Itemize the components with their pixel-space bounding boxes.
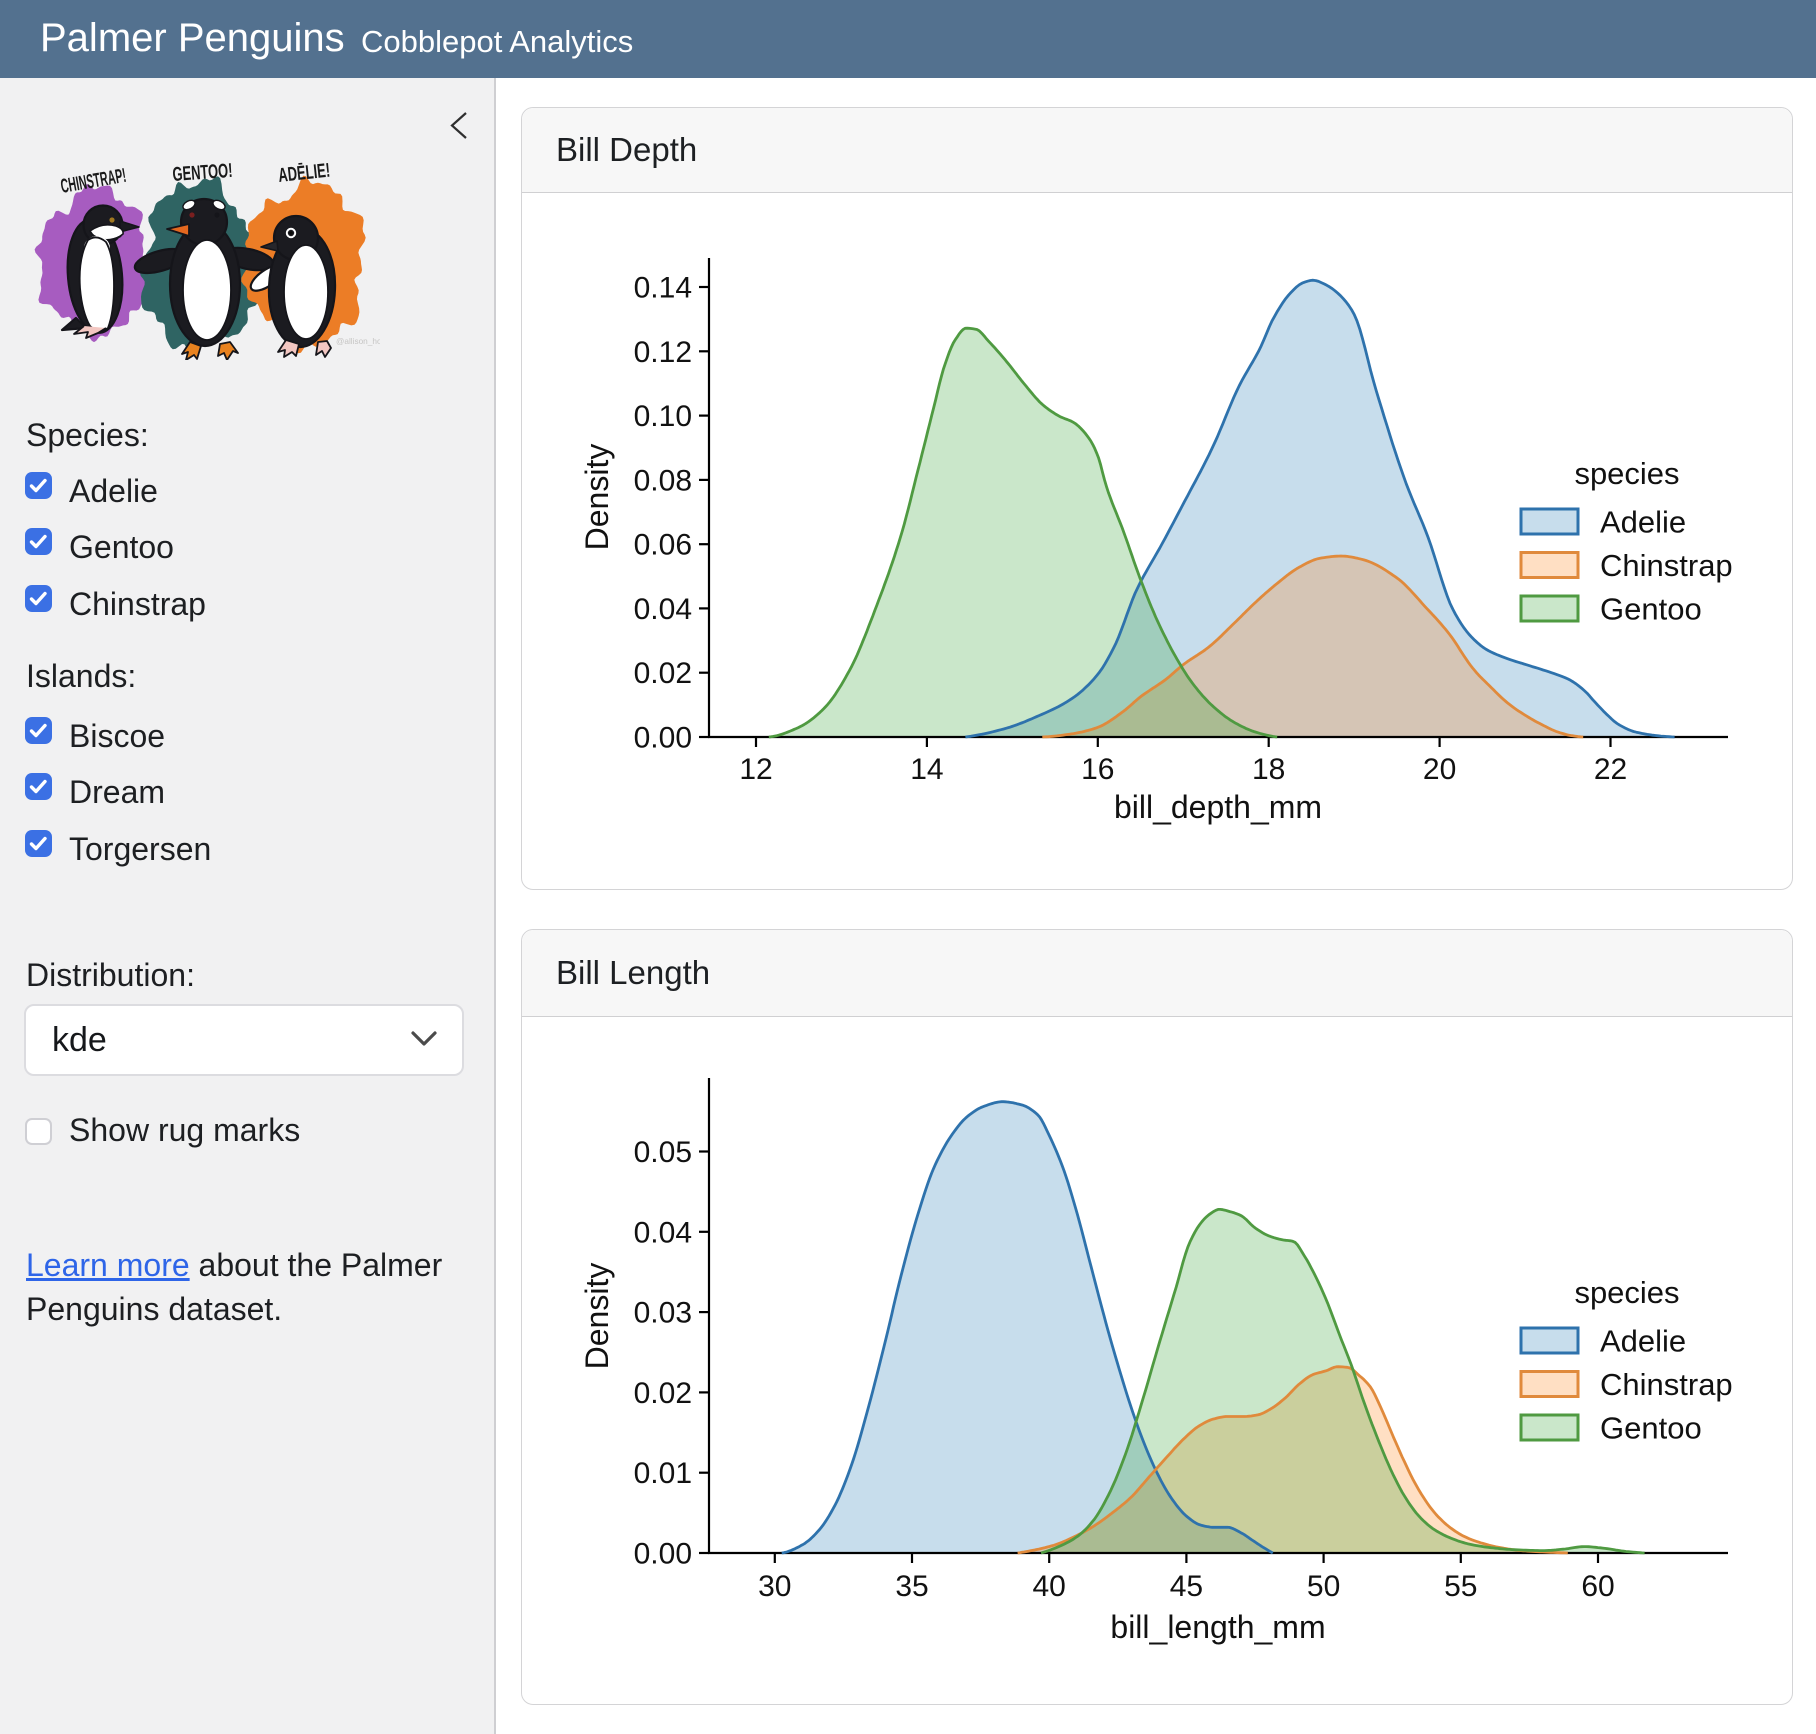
svg-text:GENTOO!: GENTOO! <box>172 160 233 186</box>
svg-text:@allison_horst: @allison_horst <box>336 337 380 346</box>
svg-text:ADĒLIE!: ADĒLIE! <box>277 160 331 187</box>
